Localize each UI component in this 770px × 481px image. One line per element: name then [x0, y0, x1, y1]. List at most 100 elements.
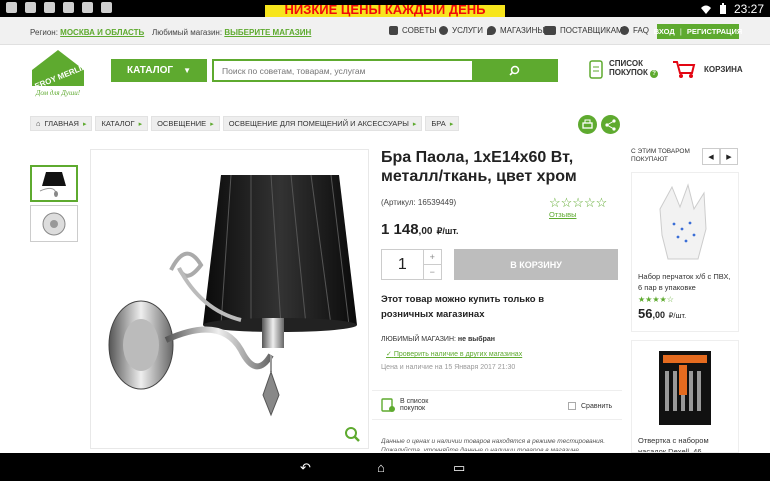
nav-advice[interactable]: СОВЕТЫ: [389, 26, 436, 35]
list-label-2: ПОКУПОК: [609, 68, 648, 77]
compare-checkbox[interactable]: [568, 402, 576, 410]
thumbnail-2[interactable]: [30, 205, 78, 242]
nav-label: УСЛУГИ: [452, 26, 484, 35]
add-to-list-button[interactable]: В список покупок: [381, 398, 428, 412]
related-product-card[interactable]: Набор перчаток х/б с ПВХ, 6 пар в упаков…: [631, 172, 739, 332]
region-label: Регион:: [30, 28, 58, 37]
notification-icon: [63, 2, 74, 13]
catalog-label: КАТАЛОГ: [126, 65, 174, 76]
region-value[interactable]: МОСКВА И ОБЛАСТЬ: [60, 28, 144, 37]
thumbnail-1[interactable]: [30, 165, 78, 202]
related-product-price: 56,00 ₽/шт.: [638, 306, 732, 321]
decrement-button[interactable]: −: [423, 264, 441, 279]
check-icon: ✓: [386, 351, 392, 358]
help-icon: [620, 26, 629, 35]
notification-icons: [6, 2, 112, 13]
breadcrumb-home[interactable]: ⌂ ГЛАВНАЯ ▸: [30, 116, 93, 131]
favorite-store-link[interactable]: ВЫБЕРИТЕ МАГАЗИН: [224, 28, 311, 37]
price-cents: ,00: [652, 310, 665, 320]
carousel-prev-button[interactable]: ◀: [702, 148, 720, 165]
nav-stores[interactable]: МАГАЗИНЫ: [487, 26, 544, 35]
breadcrumb-sconce[interactable]: БРА ▸: [425, 116, 460, 131]
home-icon[interactable]: ⌂: [377, 460, 385, 475]
nav-label: FAQ: [633, 26, 650, 35]
store-label: ЛЮБИМЫЙ МАГАЗИН:: [381, 336, 456, 343]
related-product-name[interactable]: Отвертка с набором насадок Dexell, 46 пр…: [638, 435, 732, 452]
logo[interactable]: LEROY MERLIN Дом для Души!: [29, 48, 88, 98]
nav-suppliers[interactable]: ПОСТАВЩИКАМ: [544, 26, 623, 35]
breadcrumb-label: ОСВЕЩЕНИЕ ДЛЯ ПОМЕЩЕНИЙ И АКСЕССУАРЫ: [228, 119, 409, 128]
notification-icon: [6, 2, 17, 13]
handshake-icon: [544, 26, 556, 35]
header: LEROY MERLIN Дом для Души! КАТАЛОГ ▼ СПИ…: [0, 45, 770, 105]
add-to-list-label: В список: [400, 398, 429, 405]
register-button[interactable]: РЕГИСТРАЦИЯ: [687, 27, 742, 36]
compare-toggle[interactable]: Сравнить: [568, 402, 612, 410]
share-icon: [605, 119, 616, 131]
nav-services[interactable]: УСЛУГИ: [439, 26, 483, 35]
related-product-name[interactable]: Набор перчаток х/б с ПВХ, 6 пар в упаков…: [638, 271, 732, 293]
print-button[interactable]: [578, 115, 597, 134]
product-title: Бра Паола, 1хЕ14х60 Вт, металл/ткань, цв…: [381, 149, 577, 185]
cart-label: КОРЗИНА: [704, 64, 743, 74]
gear-icon: [439, 26, 448, 35]
check-availability-link[interactable]: ✓ Проверить наличие в других магазинах: [386, 350, 522, 358]
catalog-button[interactable]: КАТАЛОГ ▼: [111, 59, 207, 82]
list-label: СПИСОК: [609, 59, 643, 68]
breadcrumb-catalog[interactable]: КАТАЛОГ ▸: [95, 116, 149, 131]
back-icon[interactable]: ↶: [300, 460, 311, 476]
related-product-card[interactable]: Отвертка с набором насадок Dexell, 46 пр…: [631, 340, 739, 453]
cart[interactable]: КОРЗИНА: [672, 59, 743, 79]
breadcrumb-room-lighting[interactable]: ОСВЕЩЕНИЕ ДЛЯ ПОМЕЩЕНИЙ И АКСЕССУАРЫ ▸: [222, 116, 423, 131]
home-icon: ⌂: [36, 119, 41, 128]
price-unit: ₽/шт.: [436, 226, 459, 236]
login-register[interactable]: ВХОД | РЕГИСТРАЦИЯ: [654, 24, 742, 39]
add-to-cart-button[interactable]: В КОРЗИНУ: [454, 249, 618, 280]
list-plus-icon: [381, 398, 395, 412]
notification-icon: [25, 2, 36, 13]
quantity-input[interactable]: 1: [382, 250, 423, 279]
location-pin-icon: [487, 26, 496, 35]
product-actions: В список покупок Сравнить: [372, 390, 622, 420]
increment-button[interactable]: +: [424, 250, 441, 264]
check-link-label: Проверить наличие в других магазинах: [393, 351, 523, 358]
carousel-next-button[interactable]: ▶: [720, 148, 738, 165]
nav-faq[interactable]: FAQ: [620, 26, 649, 35]
system-nav-bar: ↶ ⌂ ▭: [0, 453, 770, 481]
article-number: (Артикул: 16539449): [381, 198, 457, 207]
battery-icon: [719, 3, 726, 14]
search-icon: [508, 65, 519, 76]
share-button[interactable]: [601, 115, 620, 134]
nav-label: ПОСТАВЩИКАМ: [560, 26, 623, 35]
cart-icon: [673, 61, 696, 78]
search-button[interactable]: [472, 61, 556, 80]
shopping-list[interactable]: СПИСОК ПОКУПОК ?: [589, 59, 659, 79]
breadcrumb-label: ГЛАВНАЯ: [44, 119, 79, 128]
reviews-link[interactable]: Отзывы: [549, 210, 576, 219]
product-thumbnail[interactable]: [638, 347, 732, 427]
system-icons: 23:27: [700, 2, 764, 16]
breadcrumb-lighting[interactable]: ОСВЕЩЕНИЕ ▸: [151, 116, 220, 131]
notification-icon: [101, 2, 112, 13]
product-image[interactable]: [90, 149, 369, 449]
quantity-stepper: 1 + −: [381, 249, 442, 280]
product-thumbnail[interactable]: [638, 179, 732, 263]
chevron-down-icon: ▼: [183, 66, 192, 75]
favorite-store[interactable]: Любимый магазин: ВЫБЕРИТЕ МАГАЗИН: [152, 28, 311, 37]
search-bar: [212, 59, 558, 82]
status-bar: НИЗКИЕ ЦЕНЫ КАЖДЫЙ ДЕНЬ 23:27: [0, 0, 770, 17]
advice-icon: [389, 26, 398, 35]
breadcrumb-label: КАТАЛОГ: [101, 119, 135, 128]
promo-banner[interactable]: НИЗКИЕ ЦЕНЫ КАЖДЫЙ ДЕНЬ: [265, 5, 505, 17]
add-to-list-label-2: покупок: [400, 405, 426, 412]
help-icon[interactable]: ?: [650, 70, 659, 78]
chevron-right-icon: ▸: [138, 120, 143, 128]
rating-stars[interactable]: ☆☆☆☆☆: [549, 195, 607, 211]
region-selector[interactable]: Регион: МОСКВА И ОБЛАСТЬ: [30, 28, 144, 37]
recent-apps-icon[interactable]: ▭: [453, 460, 465, 476]
login-button[interactable]: ВХОД: [654, 27, 675, 36]
zoom-icon[interactable]: [344, 426, 360, 442]
price-cents: ,00: [418, 226, 433, 237]
search-input[interactable]: [214, 61, 476, 80]
nav-label: МАГАЗИНЫ: [500, 26, 545, 35]
